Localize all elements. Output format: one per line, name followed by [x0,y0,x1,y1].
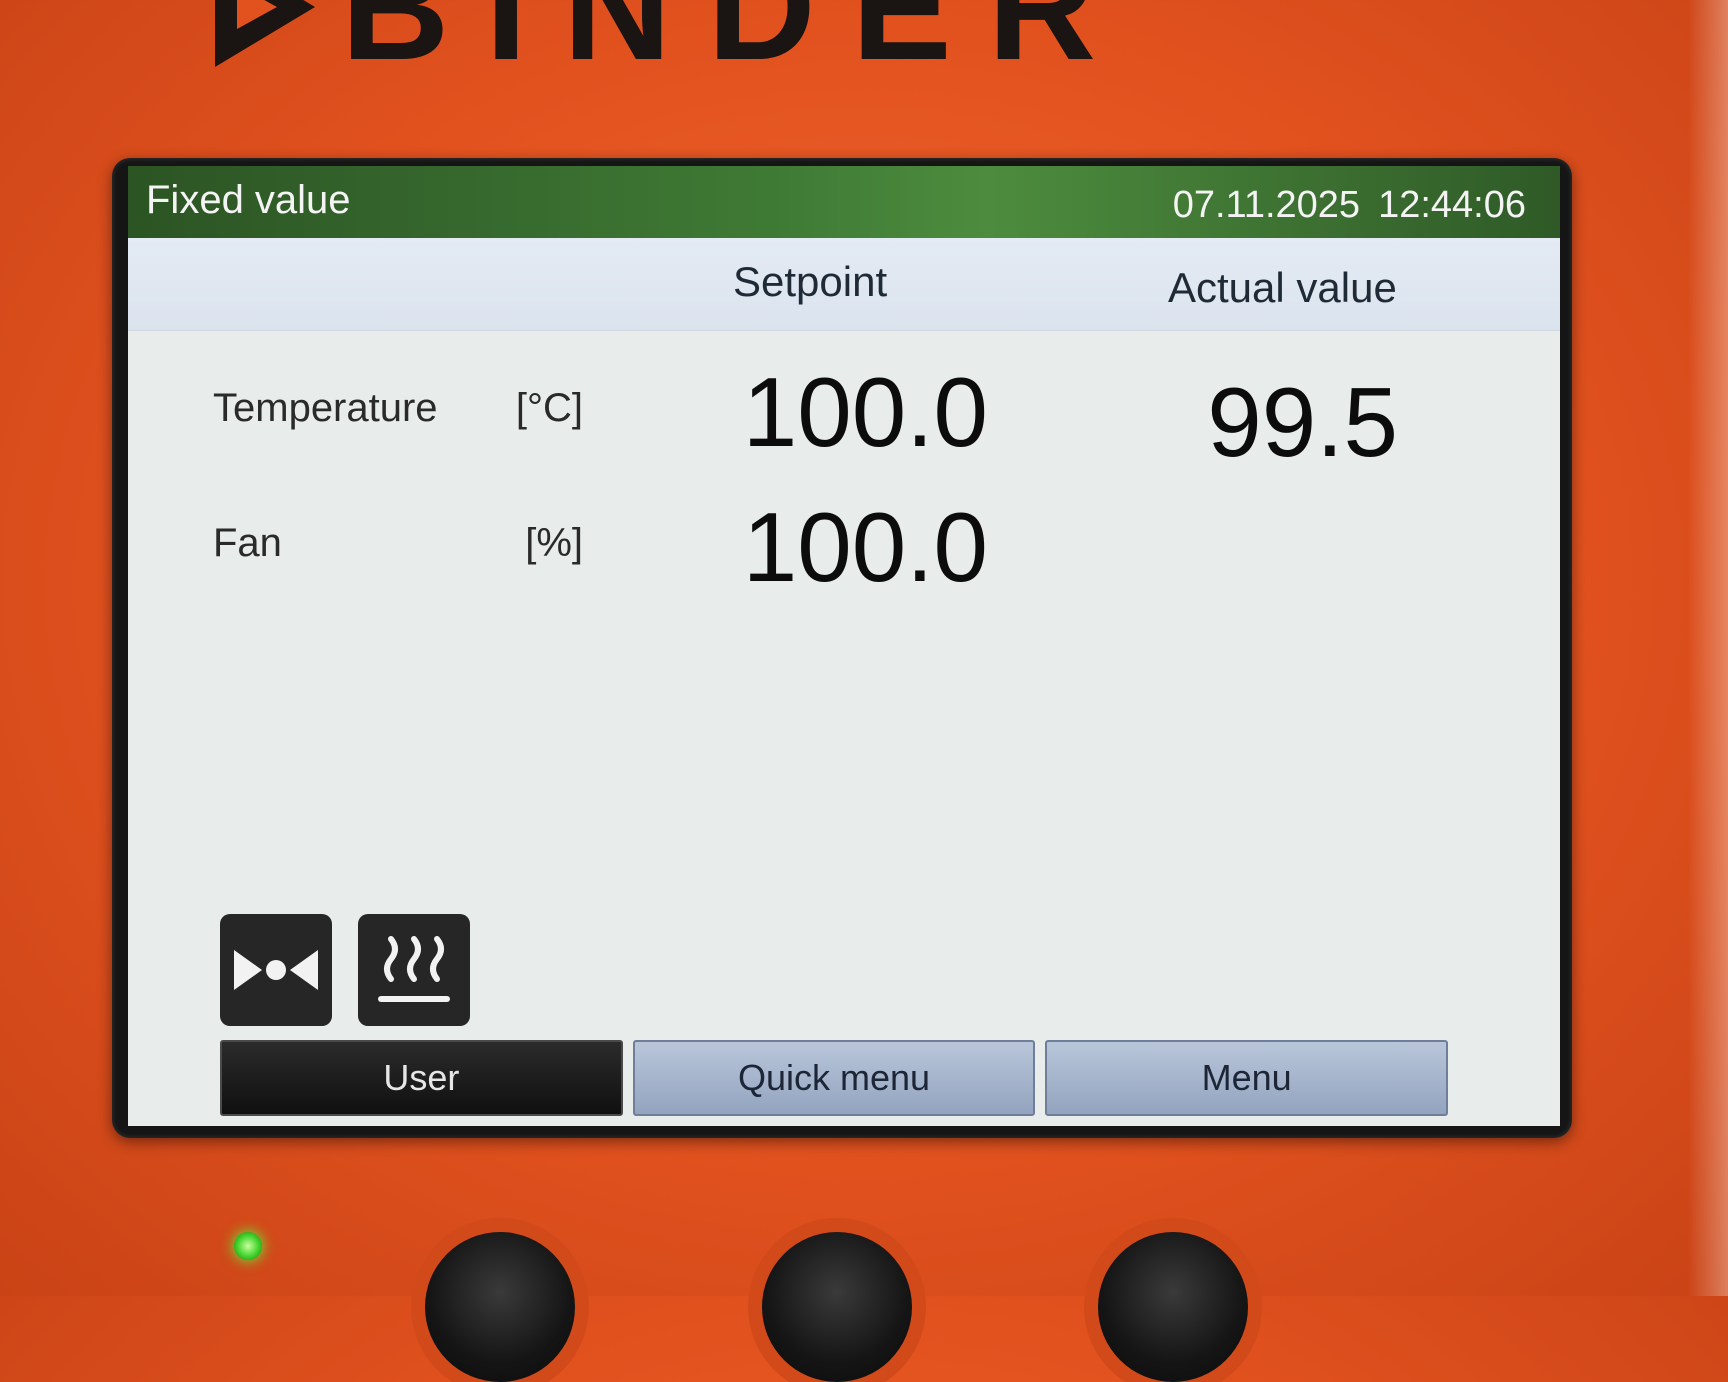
binder-triangle-logo-icon [215,0,315,67]
temperature-setpoint-value[interactable]: 100.0 [718,356,988,469]
user-button[interactable]: User [220,1040,623,1116]
hardware-button-center[interactable] [762,1232,912,1382]
datetime: 07.11.2025 12:44:06 [1173,184,1526,227]
temperature-row[interactable]: Temperature [°C] 100.0 99.5 [128,356,1560,477]
title-bar: Fixed value 07.11.2025 12:44:06 [128,166,1560,238]
door-closed-glyph [234,950,318,990]
quick-menu-button[interactable]: Quick menu [632,1040,1036,1116]
power-led-indicator [234,1232,262,1260]
fan-unit: [%] [525,521,583,565]
temperature-unit: [°C] [515,386,583,430]
heating-icon [358,914,470,1026]
page-title: Fixed value [146,178,351,222]
hardware-button-left[interactable] [425,1232,575,1382]
temperature-actual-value: 99.5 [1207,367,1398,477]
heating-glyph [378,936,450,1002]
door-closed-icon [220,914,332,1026]
temperature-label: Temperature [213,386,438,430]
menu-button[interactable]: Menu [1045,1040,1449,1116]
fan-label: Fan [213,521,282,565]
housing-edge [1688,0,1728,1296]
hardware-button-right[interactable] [1098,1232,1248,1382]
brand-name: BINDER [341,0,1133,91]
display-screen: Fixed value 07.11.2025 12:44:06 Setpoint… [128,166,1560,1126]
fan-row[interactable]: Fan [%] 100.0 [128,491,1560,604]
date-value: 07.11.2025 [1172,184,1361,226]
column-header: Setpoint Actual value [128,238,1560,331]
column-setpoint-header: Setpoint [733,258,888,305]
column-actual-header: Actual value [1168,264,1397,311]
fan-setpoint-value[interactable]: 100.0 [718,491,988,604]
brand-logo: BINDER [215,0,1132,82]
softkey-bar: User Quick menu Menu [220,1040,1449,1116]
time-value: 12:44:06 [1378,184,1526,226]
